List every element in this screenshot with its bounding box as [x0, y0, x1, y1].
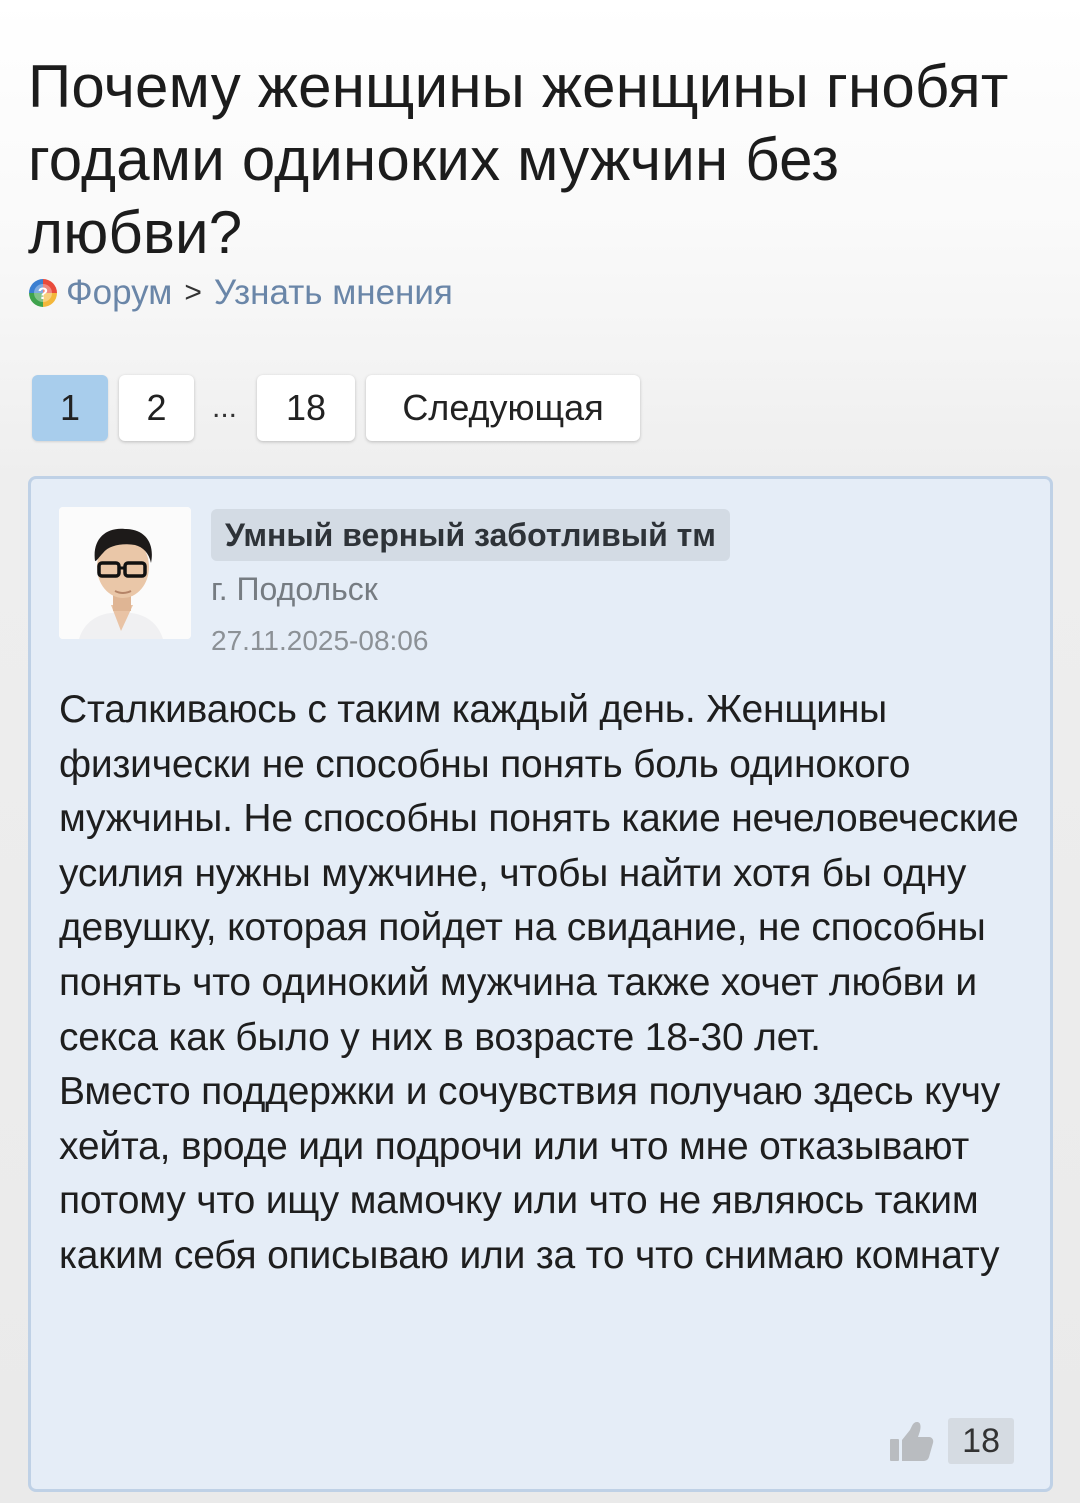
post-date: 27.11.2025-08:06 [211, 625, 429, 656]
avatar[interactable] [59, 507, 191, 639]
user-photo [59, 507, 191, 639]
question-circle-icon: ? [29, 279, 57, 307]
like-count: 18 [948, 1418, 1014, 1464]
page-button[interactable]: 2 [119, 375, 194, 441]
post-paragraph: Вместо поддержки и сочувствия получаю зд… [59, 1070, 1001, 1277]
page-button-last[interactable]: 18 [257, 375, 355, 441]
author-name[interactable]: Умный верный заботливый тм [211, 509, 730, 561]
thumbs-up-icon[interactable] [888, 1419, 934, 1463]
breadcrumb: ? Форум > Узнать мнения [28, 272, 453, 314]
forum-post: Умный верный заботливый тм г. Подольск 2… [28, 476, 1053, 1492]
breadcrumb-category-link[interactable]: Узнать мнения [214, 273, 453, 313]
breadcrumb-forum-link[interactable]: Форум [66, 273, 172, 313]
page-button-current[interactable]: 1 [32, 375, 108, 441]
author-city: г. Подольск [211, 571, 378, 607]
pagination-ellipsis: ... [212, 391, 238, 424]
svg-text:?: ? [38, 284, 48, 303]
page-title: Почему женщины женщины гнобят годами оди… [28, 53, 1009, 266]
likes: 18 [888, 1417, 1014, 1465]
breadcrumb-separator: > [184, 276, 202, 309]
post-paragraph: Сталкиваюсь с таким каждый день. Женщины… [59, 688, 1019, 1059]
next-page-button[interactable]: Следующая [366, 375, 640, 441]
post-body: Сталкиваюсь с таким каждый день. Женщины… [59, 683, 1039, 1284]
